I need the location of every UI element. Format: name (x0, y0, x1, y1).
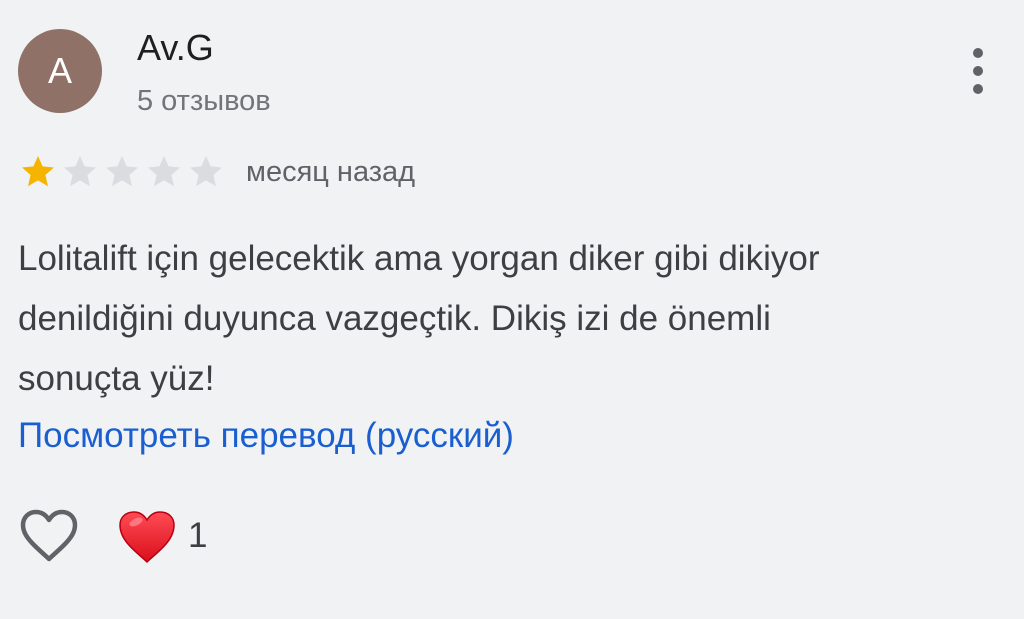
empty-star-shape (148, 156, 180, 187)
author-name[interactable]: Av.G (137, 27, 214, 69)
empty-star-shape (190, 156, 222, 187)
empty-star-icon (148, 156, 180, 187)
empty-star-icon (106, 156, 138, 187)
filled-star-icon (22, 156, 54, 187)
more-vertical-icon (973, 66, 983, 76)
more-options-button[interactable] (956, 42, 1000, 100)
review-card: A Av.G 5 отзывов месяц назад Lolitalift … (0, 0, 1024, 619)
empty-star-shape (106, 156, 138, 187)
avatar-letter: A (47, 50, 72, 91)
author-review-count: 5 отзывов (137, 85, 271, 117)
more-vertical-icon (973, 48, 983, 58)
empty-star-icon (190, 156, 222, 187)
heart-outline-icon[interactable] (18, 505, 80, 567)
reaction-count: 1 (188, 516, 208, 555)
more-vertical-icon (973, 84, 983, 94)
review-text: Lolitalift için gelecektik ama yorgan di… (18, 239, 820, 398)
filled-star-shape (22, 156, 54, 187)
avatar[interactable]: A (18, 29, 102, 113)
star-rating (17, 151, 227, 193)
empty-star-shape (64, 156, 96, 187)
translate-link[interactable]: Посмотреть перевод (русский) (18, 414, 514, 458)
empty-star-icon (64, 156, 96, 187)
red-heart-emoji[interactable] (118, 509, 176, 565)
review-date: месяц назад (246, 156, 416, 188)
